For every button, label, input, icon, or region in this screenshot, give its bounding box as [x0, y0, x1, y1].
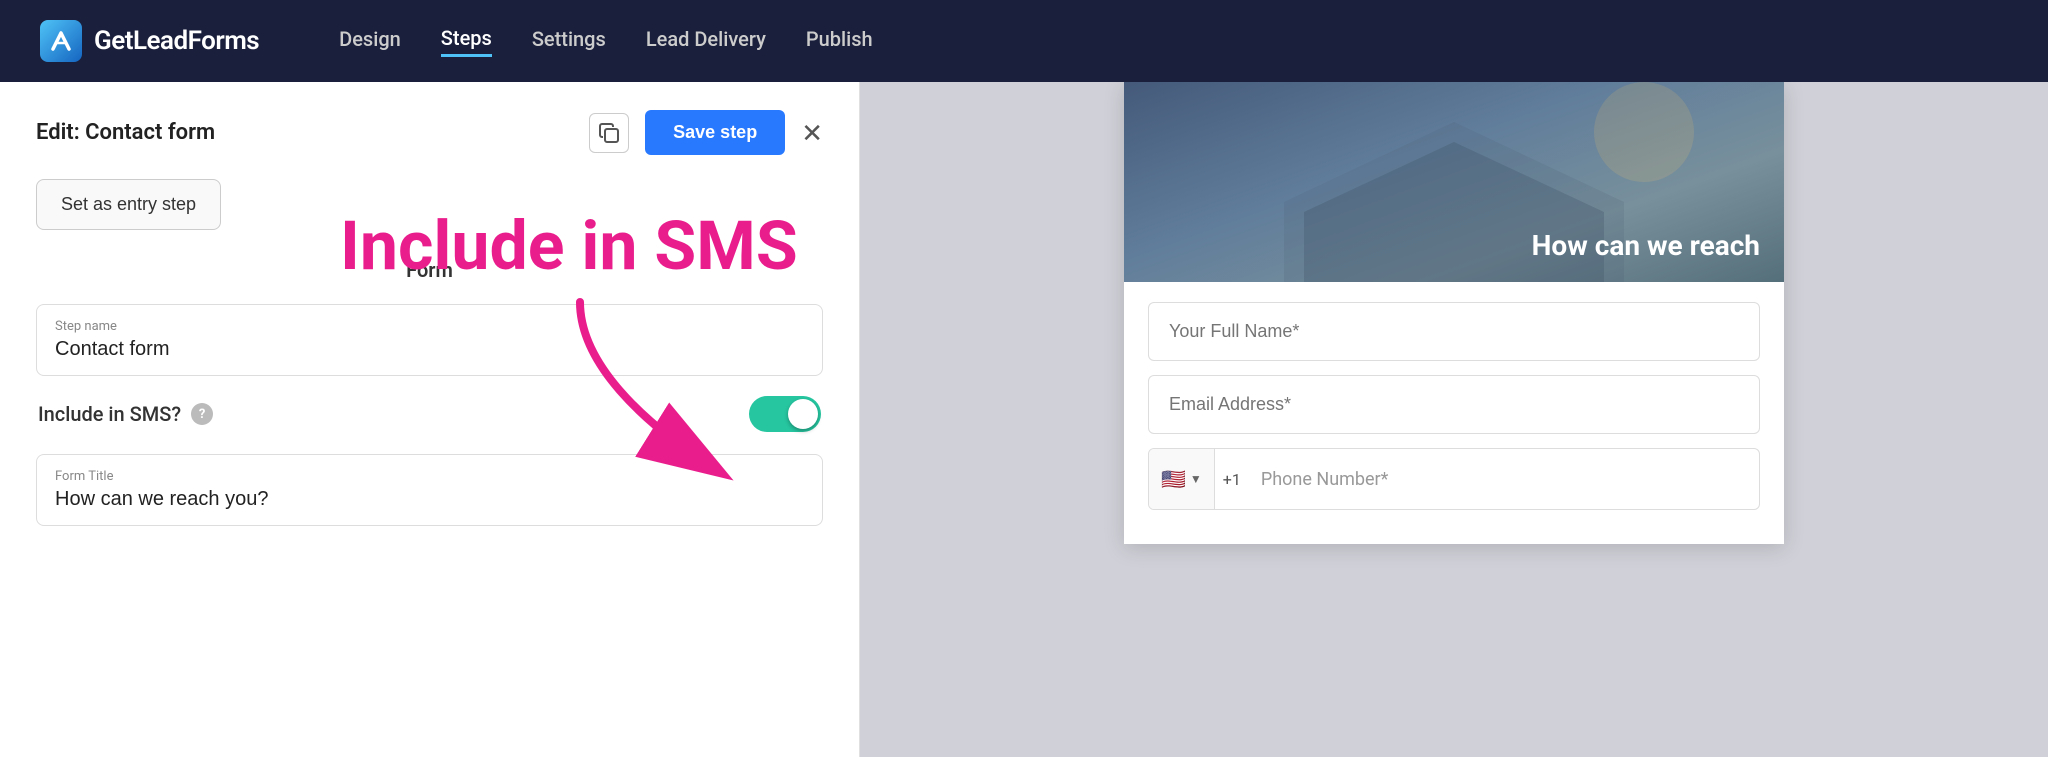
step-name-label: Step name	[55, 319, 804, 334]
close-button[interactable]: ✕	[801, 120, 823, 146]
include-sms-label: Include in SMS? ?	[38, 402, 213, 426]
chevron-down-icon: ▼	[1190, 472, 1202, 486]
include-sms-toggle[interactable]	[749, 396, 821, 432]
preview-full-name-input[interactable]	[1148, 302, 1760, 361]
help-icon[interactable]: ?	[191, 403, 213, 425]
preview-header-image: How can we reach	[1124, 82, 1784, 282]
copy-icon	[598, 122, 620, 144]
logo-area: GetLeadForms	[40, 20, 259, 62]
left-panel: Edit: Contact form Save step ✕ Set as en…	[0, 82, 860, 757]
nav-design[interactable]: Design	[339, 27, 401, 55]
main-container: Edit: Contact form Save step ✕ Set as en…	[0, 82, 2048, 757]
toggle-thumb	[788, 399, 818, 429]
preview-card: How can we reach 🇺🇸 ▼ +1 Phone Number*	[1124, 82, 1784, 544]
preview-header-title: How can we reach	[1148, 229, 1760, 262]
step-name-field: Step name	[36, 304, 823, 376]
phone-country-code: +1	[1215, 452, 1249, 507]
nav-lead-delivery[interactable]: Lead Delivery	[646, 27, 766, 55]
main-nav: Design Steps Settings Lead Delivery Publ…	[339, 26, 872, 57]
preview-email-input[interactable]	[1148, 375, 1760, 434]
form-title-input[interactable]	[55, 488, 804, 511]
include-sms-row: Include in SMS? ?	[36, 396, 823, 432]
form-title-field: Form Title	[36, 454, 823, 526]
right-panel: How can we reach 🇺🇸 ▼ +1 Phone Number*	[860, 82, 2048, 757]
nav-publish[interactable]: Publish	[806, 27, 873, 55]
nav-settings[interactable]: Settings	[532, 27, 606, 55]
preview-phone-placeholder: Phone Number*	[1249, 451, 1759, 508]
panel-header: Edit: Contact form Save step ✕	[36, 110, 823, 155]
form-section-label: Form	[36, 258, 823, 282]
phone-flag-selector[interactable]: 🇺🇸 ▼	[1149, 449, 1215, 509]
toggle-track	[749, 396, 821, 432]
logo-text: GetLeadForms	[94, 26, 259, 56]
panel-actions: Save step ✕	[589, 110, 823, 155]
main-header: GetLeadForms Design Steps Settings Lead …	[0, 0, 2048, 82]
entry-step-button[interactable]: Set as entry step	[36, 179, 221, 230]
preview-form: 🇺🇸 ▼ +1 Phone Number*	[1124, 282, 1784, 544]
nav-steps[interactable]: Steps	[441, 26, 492, 57]
save-step-button[interactable]: Save step	[645, 110, 785, 155]
preview-phone-row: 🇺🇸 ▼ +1 Phone Number*	[1148, 448, 1760, 510]
form-title-label: Form Title	[55, 469, 804, 484]
step-name-input[interactable]	[55, 338, 804, 361]
flag-emoji: 🇺🇸	[1161, 467, 1186, 491]
include-sms-text: Include in SMS?	[38, 402, 181, 426]
copy-icon-button[interactable]	[589, 113, 629, 153]
panel-title: Edit: Contact form	[36, 120, 215, 145]
logo-icon	[40, 20, 82, 62]
